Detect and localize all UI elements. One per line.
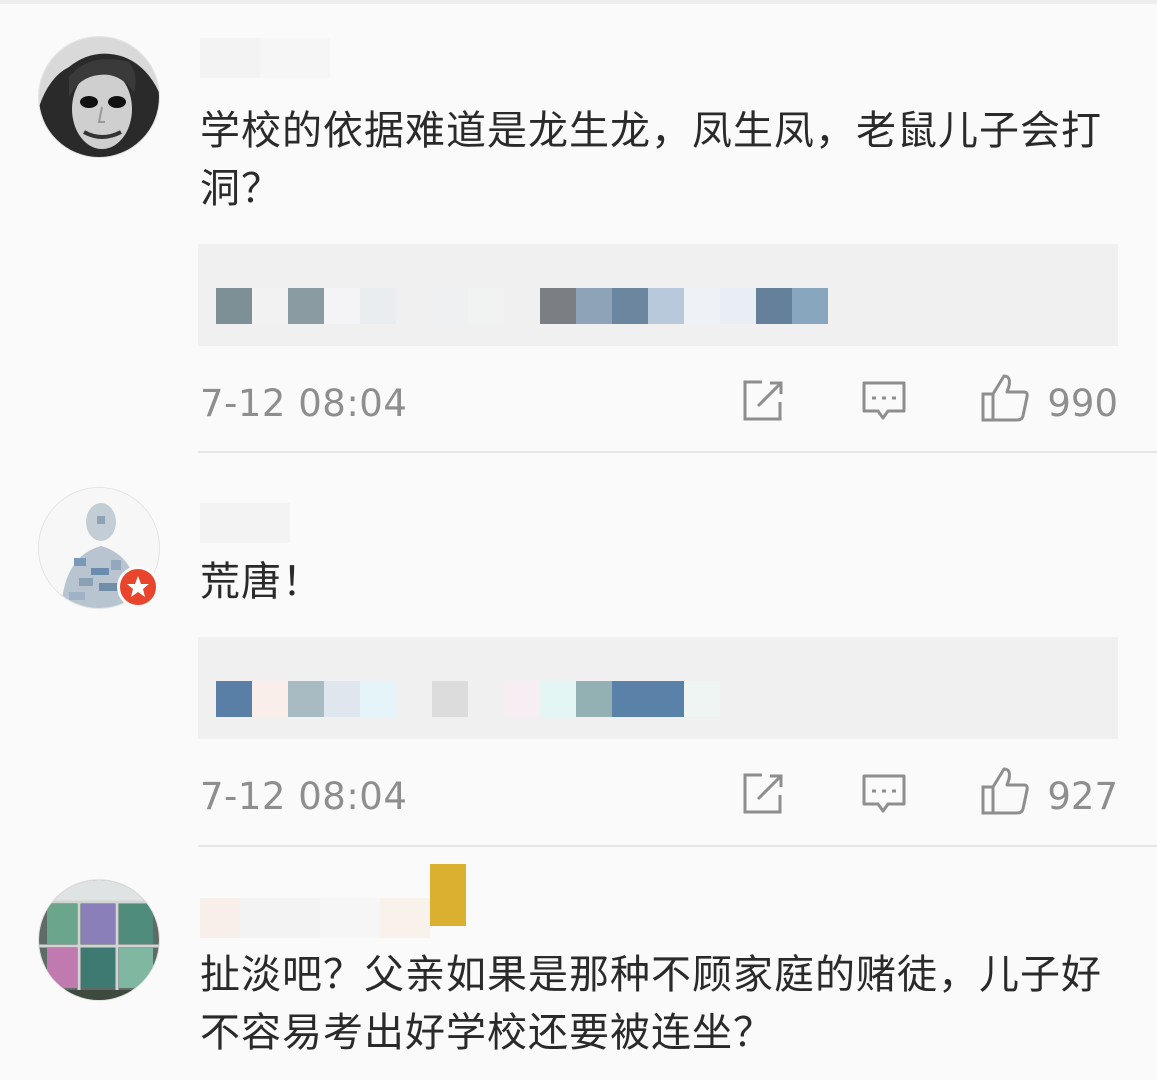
username-blurred[interactable]: [200, 503, 290, 543]
quoted-content-blurred[interactable]: [198, 244, 1118, 346]
username-blurred[interactable]: [200, 38, 330, 78]
comment-text: 荒唐！: [200, 559, 323, 605]
avatar[interactable]: [38, 879, 160, 1001]
thumbs-up-icon[interactable]: [980, 765, 1030, 821]
like-count: 990: [1047, 382, 1118, 425]
quoted-content-blurred[interactable]: [198, 637, 1118, 739]
timestamp: 7-12 08:04: [200, 382, 408, 425]
username-blurred[interactable]: [200, 864, 466, 938]
timestamp: 7-12 08:04: [200, 775, 408, 818]
share-icon[interactable]: [740, 378, 786, 428]
thumbs-up-icon[interactable]: [980, 372, 1030, 428]
top-divider: [0, 0, 1157, 4]
comment-divider: [198, 451, 1157, 453]
comment-icon[interactable]: [861, 378, 907, 428]
verified-badge: [117, 566, 159, 608]
avatar[interactable]: [38, 36, 160, 158]
comment-text: 学校的依据难道是龙生龙，凤生凤，老鼠儿子会打洞？: [200, 108, 1102, 212]
comment-meta: 7-12 08:04 927: [200, 767, 1118, 821]
like-count: 927: [1047, 775, 1118, 818]
comment-icon[interactable]: [861, 771, 907, 821]
comment-meta: 7-12 08:04 990: [200, 374, 1118, 428]
share-icon[interactable]: [740, 771, 786, 821]
comment-divider: [198, 845, 1157, 847]
comment-text: 扯淡吧？父亲如果是那种不顾家庭的赌徒，儿子好不容易考出好学校还要被连坐？: [200, 952, 1102, 1056]
